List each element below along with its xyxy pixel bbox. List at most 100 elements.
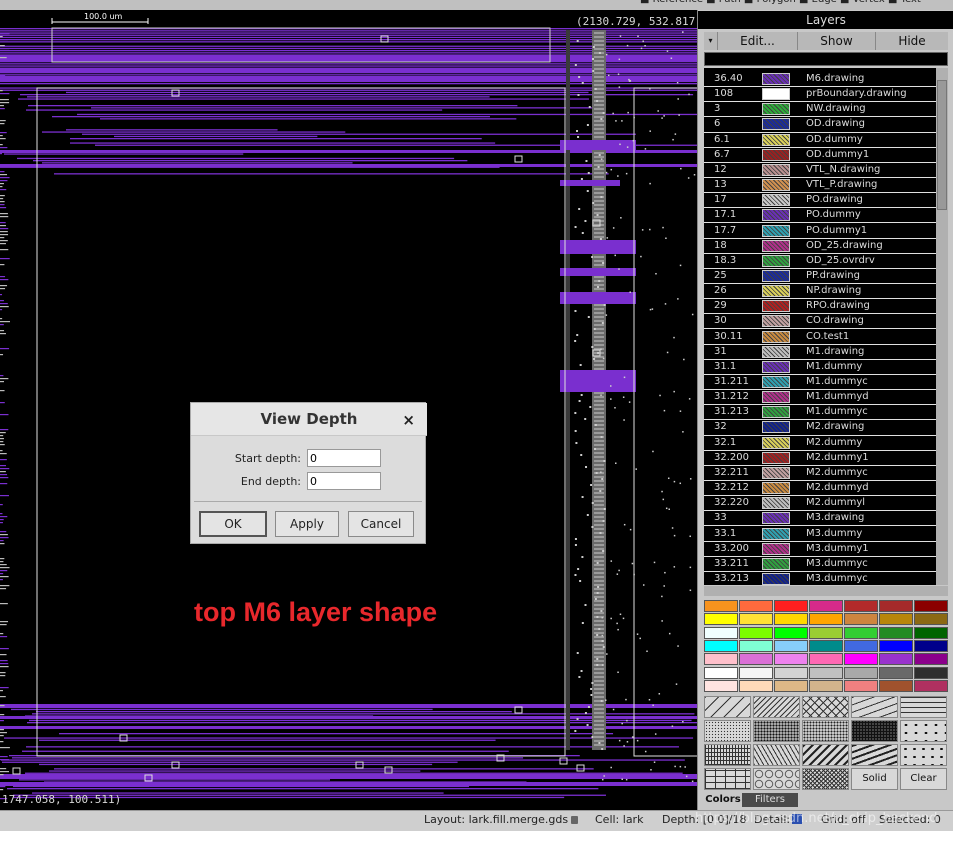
layer-row[interactable]: 33.1 M3.dummy	[704, 527, 936, 542]
layer-color-swatch[interactable]	[762, 163, 790, 176]
palette-color-swatch[interactable]	[774, 613, 808, 626]
palette-color-swatch[interactable]	[774, 639, 808, 652]
layer-row[interactable]: 30.11 CO.test1	[704, 330, 936, 345]
layer-color-swatch[interactable]	[762, 391, 790, 404]
layer-color-swatch[interactable]	[762, 133, 790, 146]
pattern-swatch[interactable]	[753, 720, 800, 742]
layer-row[interactable]: 32.211 M2.dummyc	[704, 466, 936, 481]
layer-row[interactable]: 17.1 PO.dummy	[704, 208, 936, 224]
edit-button[interactable]: Edit...	[718, 32, 798, 50]
layer-color-swatch[interactable]	[762, 269, 790, 282]
layer-color-swatch[interactable]	[762, 285, 790, 298]
pattern-swatch[interactable]	[802, 720, 849, 742]
layer-row[interactable]: 31.211 M1.dummyc	[704, 375, 936, 391]
palette-color-swatch[interactable]	[844, 613, 878, 626]
cancel-button[interactable]: Cancel	[348, 511, 414, 537]
layer-color-swatch[interactable]	[762, 300, 790, 313]
palette-color-swatch[interactable]	[739, 653, 773, 666]
layer-row[interactable]: 31.212 M1.dummyd	[704, 390, 936, 406]
layer-row[interactable]: 31.213 M1.dummyc	[704, 405, 936, 421]
layer-row[interactable]: 12 VTL_N.drawing	[704, 163, 936, 178]
layer-color-swatch[interactable]	[762, 466, 790, 479]
palette-color-swatch[interactable]	[704, 613, 738, 626]
pattern-swatch[interactable]	[900, 696, 947, 718]
layer-color-swatch[interactable]	[762, 209, 790, 222]
layer-color-swatch[interactable]	[762, 103, 790, 116]
palette-color-swatch[interactable]	[879, 666, 913, 679]
layer-row[interactable]: 3 NW.drawing	[704, 102, 936, 118]
layer-color-swatch[interactable]	[762, 482, 790, 495]
menu-arrow-icon[interactable]: ▾	[704, 32, 718, 50]
tab-filters[interactable]: Filters	[742, 793, 798, 807]
end-depth-input[interactable]	[307, 472, 381, 490]
layer-color-swatch[interactable]	[762, 254, 790, 267]
layer-color-swatch[interactable]	[762, 572, 790, 585]
layer-row[interactable]: 18 OD_25.drawing	[704, 239, 936, 254]
palette-color-swatch[interactable]	[809, 600, 843, 612]
layer-row[interactable]: 32.220 M2.dummyl	[704, 496, 936, 512]
palette-color-swatch[interactable]	[704, 666, 738, 679]
layer-row[interactable]: 18.3 OD_25.ovrdrv	[704, 254, 936, 269]
palette-color-swatch[interactable]	[879, 613, 913, 626]
palette-color-swatch[interactable]	[879, 639, 913, 652]
palette-color-swatch[interactable]	[914, 613, 948, 626]
palette-color-swatch[interactable]	[704, 600, 738, 612]
layer-color-swatch[interactable]	[762, 557, 790, 570]
hide-button[interactable]: Hide	[876, 32, 948, 50]
pattern-swatch[interactable]	[851, 744, 898, 766]
palette-color-swatch[interactable]	[879, 653, 913, 666]
palette-color-swatch[interactable]	[844, 639, 878, 652]
layer-row[interactable]: 108 prBoundary.drawing	[704, 87, 936, 103]
palette-color-swatch[interactable]	[809, 613, 843, 626]
layer-color-swatch[interactable]	[762, 436, 790, 449]
layer-color-swatch[interactable]	[762, 376, 790, 388]
layer-color-swatch[interactable]	[762, 315, 790, 328]
layer-row[interactable]: 33.200 M3.dummy1	[704, 542, 936, 557]
palette-color-swatch[interactable]	[774, 666, 808, 679]
layer-color-swatch[interactable]	[762, 224, 790, 237]
palette-color-swatch[interactable]	[739, 639, 773, 652]
layer-list-vertical-scrollbar[interactable]	[936, 68, 948, 585]
layer-color-swatch[interactable]	[762, 148, 790, 161]
layer-row[interactable]: 32.200 M2.dummy1	[704, 451, 936, 466]
palette-color-swatch[interactable]	[739, 679, 773, 692]
layer-color-swatch[interactable]	[762, 497, 790, 510]
solid-button[interactable]: Solid	[851, 768, 898, 790]
pattern-swatch[interactable]	[851, 720, 898, 742]
clear-button[interactable]: Clear	[900, 768, 947, 790]
start-depth-input[interactable]	[307, 449, 381, 467]
palette-color-swatch[interactable]	[809, 626, 843, 639]
palette-color-swatch[interactable]	[774, 653, 808, 666]
palette-color-swatch[interactable]	[879, 626, 913, 639]
pattern-swatch[interactable]	[753, 744, 800, 766]
layer-row[interactable]: 6.1 OD.dummy	[704, 133, 936, 148]
layer-color-swatch[interactable]	[762, 194, 790, 207]
layer-row[interactable]: 32.212 M2.dummyd	[704, 481, 936, 497]
pattern-swatch[interactable]	[704, 720, 751, 742]
layer-row[interactable]: 17 PO.drawing	[704, 193, 936, 209]
palette-color-swatch[interactable]	[739, 600, 773, 612]
layer-row[interactable]: 31.1 M1.dummy	[704, 360, 936, 375]
layer-color-swatch[interactable]	[762, 179, 790, 192]
pattern-swatch[interactable]	[851, 696, 898, 718]
palette-color-swatch[interactable]	[739, 666, 773, 679]
layer-row[interactable]: 6.7 OD.dummy1	[704, 148, 936, 163]
layer-row[interactable]: 33 M3.drawing	[704, 511, 936, 527]
layer-filter-input[interactable]	[704, 52, 948, 66]
layer-color-swatch[interactable]	[762, 406, 790, 419]
palette-color-swatch[interactable]	[774, 626, 808, 639]
pattern-swatch[interactable]	[753, 696, 800, 718]
layer-color-swatch[interactable]	[762, 421, 790, 434]
layer-color-swatch[interactable]	[762, 239, 790, 252]
palette-color-swatch[interactable]	[844, 666, 878, 679]
layer-row[interactable]: 29 RPO.drawing	[704, 299, 936, 315]
palette-color-swatch[interactable]	[914, 653, 948, 666]
layer-row[interactable]: 13 VTL_P.drawing	[704, 178, 936, 194]
scrollbar-thumb[interactable]	[937, 80, 947, 210]
pattern-swatch[interactable]	[802, 744, 849, 766]
pattern-swatch[interactable]	[802, 696, 849, 718]
palette-color-swatch[interactable]	[704, 679, 738, 692]
layer-color-swatch[interactable]	[762, 360, 790, 373]
palette-color-swatch[interactable]	[809, 666, 843, 679]
palette-color-swatch[interactable]	[739, 626, 773, 639]
